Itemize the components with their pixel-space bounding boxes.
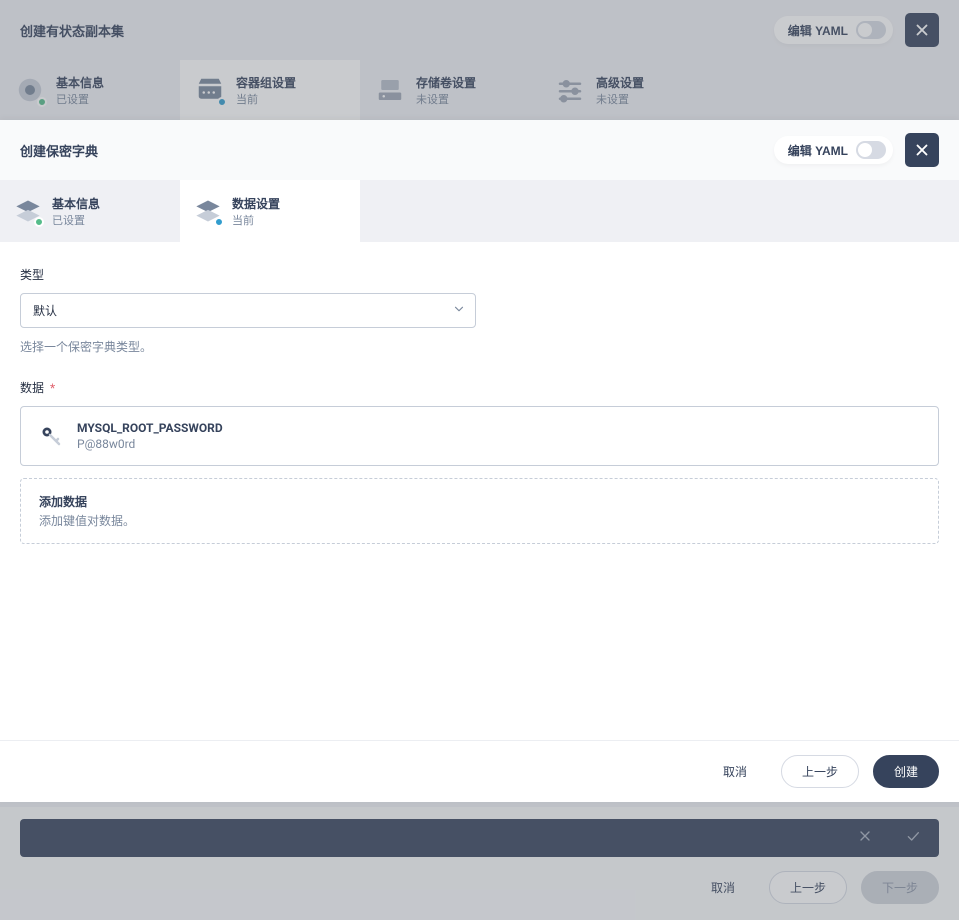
add-data-sub: 添加键值对数据。	[39, 512, 920, 529]
data-label: 数据 *	[20, 379, 939, 396]
data-entry-card[interactable]: MYSQL_ROOT_PASSWORD P@88w0rd	[20, 406, 939, 466]
add-data-card[interactable]: 添加数据 添加键值对数据。	[20, 478, 939, 544]
modal-close-button[interactable]	[905, 133, 939, 167]
modal-step-data[interactable]: 数据设置 当前	[180, 180, 360, 242]
modal-step-label: 基本信息	[52, 195, 100, 212]
required-marker: *	[50, 381, 55, 395]
data-entry-key: MYSQL_ROOT_PASSWORD	[77, 421, 223, 435]
add-data-title: 添加数据	[39, 493, 920, 510]
toggle-track	[856, 141, 886, 159]
modal-edit-yaml-label: 编辑 YAML	[788, 142, 848, 159]
modal-edit-yaml-toggle[interactable]: 编辑 YAML	[774, 136, 893, 164]
data-entry-value: P@88w0rd	[77, 437, 223, 451]
modal-step-label: 数据设置	[232, 195, 280, 212]
modal-step-basic[interactable]: 基本信息 已设置	[0, 180, 180, 242]
layers-icon	[194, 197, 222, 225]
modal-create-button[interactable]: 创建	[873, 755, 939, 788]
layers-icon	[14, 197, 42, 225]
modal-prev-button[interactable]: 上一步	[781, 755, 859, 788]
close-icon	[913, 141, 931, 159]
type-help-text: 选择一个保密字典类型。	[20, 338, 939, 355]
create-secret-modal: 创建保密字典 编辑 YAML 基本信息 已设置	[0, 120, 959, 802]
modal-step-tabs: 基本信息 已设置 数据设置 当前	[0, 180, 959, 242]
modal-step-status: 已设置	[52, 212, 100, 228]
modal-title: 创建保密字典	[20, 141, 98, 160]
modal-cancel-button[interactable]: 取消	[703, 755, 767, 788]
type-label: 类型	[20, 266, 939, 283]
modal-step-status: 当前	[232, 212, 280, 228]
type-select[interactable]: 默认	[20, 293, 476, 328]
key-icon	[39, 424, 63, 448]
